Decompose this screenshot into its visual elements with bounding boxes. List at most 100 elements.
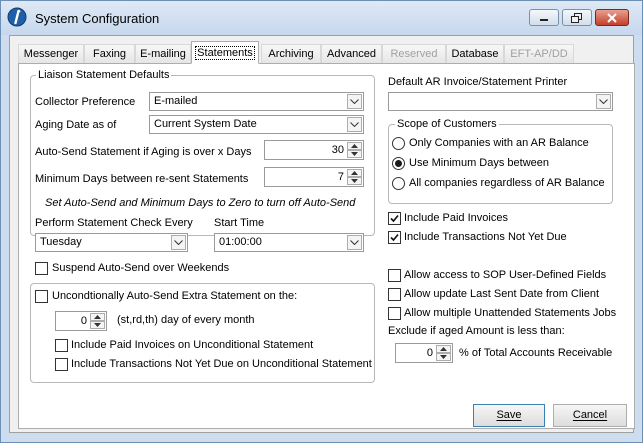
collector-preference-select[interactable]: E-mailed (149, 92, 364, 111)
start-time-value: 01:00:00 (219, 236, 262, 248)
min-days-stepper[interactable]: 7 (264, 167, 364, 187)
chevron-down-icon[interactable] (171, 235, 186, 250)
perform-check-select[interactable]: Tuesday (35, 233, 188, 252)
printer-label: Default AR Invoice/Statement Printer (388, 76, 568, 88)
radio-selected-dot (395, 160, 402, 167)
exclude-percent-stepper[interactable]: 0 (395, 343, 453, 363)
last-sent-label: Allow update Last Sent Date from Client (404, 288, 600, 300)
suspend-weekends-label: Suspend Auto-Send over Weekends (52, 262, 230, 274)
spin-down-icon[interactable] (347, 177, 362, 185)
spin-up-icon[interactable] (436, 345, 451, 353)
auto-send-note: Set Auto-Send and Minimum Days to Zero t… (45, 197, 356, 209)
printer-select[interactable] (388, 92, 613, 111)
tab-label: Advanced (327, 48, 376, 60)
tab-label: Statements (195, 46, 255, 60)
cancel-button[interactable]: Cancel (553, 404, 627, 427)
tab-label: Database (451, 48, 499, 60)
auto-send-days-label: Auto-Send Statement if Aging is over x D… (35, 146, 252, 158)
extra-day-suffix: (st,rd,th) day of every month (117, 314, 255, 326)
tab-advanced[interactable]: Advanced (321, 44, 382, 63)
tab-label: E-mailing (140, 48, 186, 60)
spin-down-icon[interactable] (436, 353, 451, 361)
close-button[interactable] (595, 9, 629, 26)
maximize-button[interactable] (562, 9, 592, 26)
scope-option-label: All companies regardless of AR Balance (409, 177, 605, 189)
tab-reserved: Reserved (382, 44, 446, 63)
start-time-select[interactable]: 01:00:00 (214, 233, 364, 252)
dialog-body: Messenger Faxing E-mailing Statements Ar… (9, 35, 635, 433)
aging-date-select[interactable]: Current System Date (149, 115, 364, 134)
tab-messenger[interactable]: Messenger (18, 44, 84, 63)
spin-up-icon[interactable] (347, 169, 362, 177)
paid-unconditional-label: Include Paid Invoices on Unconditional S… (71, 339, 314, 351)
include-paid-checkbox[interactable] (388, 212, 401, 225)
chevron-down-icon[interactable] (347, 117, 362, 132)
sop-fields-label: Allow access to SOP User-Defined Fields (404, 269, 607, 281)
include-paid-label: Include Paid Invoices (404, 212, 508, 224)
scope-option-label: Use Minimum Days between (409, 157, 549, 169)
exclude-label: Exclude if aged Amount is less than: (388, 325, 565, 337)
chevron-down-icon[interactable] (347, 235, 362, 250)
cancel-button-label: Cancel (572, 409, 608, 421)
tab-emailing[interactable]: E-mailing (135, 44, 191, 63)
tab-archiving[interactable]: Archiving (261, 44, 321, 63)
unconditional-send-checkbox[interactable] (35, 290, 48, 303)
app-logo-icon (7, 7, 27, 27)
paid-unconditional-checkbox[interactable] (55, 339, 68, 352)
perform-check-label: Perform Statement Check Every (35, 217, 193, 229)
restore-icon (571, 12, 582, 23)
exclude-suffix: % of Total Accounts Receivable (459, 347, 613, 359)
auto-send-days-value: 30 (331, 144, 344, 156)
tab-statements[interactable]: Statements (191, 41, 259, 64)
tab-label: Archiving (268, 48, 314, 60)
scope-radio-all-companies[interactable] (392, 177, 405, 190)
system-configuration-window: System Configuration Messenger Faxing E-… (0, 0, 643, 443)
title-bar[interactable]: System Configuration (1, 1, 642, 35)
last-sent-checkbox[interactable] (388, 288, 401, 301)
scope-option-label: Only Companies with an AR Balance (409, 137, 589, 149)
tab-label: Reserved (390, 48, 438, 60)
scope-radio-ar-balance[interactable] (392, 137, 405, 150)
checkmark-icon (390, 233, 399, 242)
window-title: System Configuration (35, 11, 160, 26)
spin-down-icon[interactable] (347, 150, 362, 158)
tab-eft-ap-dd: EFT-AP/DD (504, 44, 574, 63)
perform-check-value: Tuesday (40, 236, 82, 248)
extra-day-stepper[interactable]: 0 (55, 311, 107, 331)
scope-legend: Scope of Customers (395, 118, 499, 130)
sop-fields-checkbox[interactable] (388, 269, 401, 282)
spin-up-icon[interactable] (90, 313, 105, 321)
not-due-unconditional-label: Include Transactions Not Yet Due on Unco… (71, 358, 372, 370)
tab-label: Faxing (92, 48, 127, 60)
tab-faxing[interactable]: Faxing (84, 44, 135, 63)
auto-send-days-stepper[interactable]: 30 (264, 140, 364, 160)
collector-preference-value: E-mailed (154, 95, 198, 107)
aging-date-value: Current System Date (154, 118, 257, 130)
save-button-label: Save (496, 409, 522, 421)
min-days-label: Minimum Days between re-sent Statements (35, 173, 249, 185)
statements-tab-panel: Liaison Statement Defaults Collector Pre… (18, 63, 635, 429)
save-button[interactable]: Save (473, 404, 545, 427)
exclude-percent-value: 0 (426, 347, 433, 359)
scope-radio-min-days[interactable] (392, 157, 405, 170)
unconditional-send-label: Uncondtionally Auto-Send Extra Statement… (52, 290, 298, 302)
spin-up-icon[interactable] (347, 142, 362, 150)
minimize-button[interactable] (529, 9, 559, 26)
suspend-weekends-checkbox[interactable] (35, 262, 48, 275)
tab-label: EFT-AP/DD (510, 48, 568, 60)
checkmark-icon (390, 214, 399, 223)
include-not-due-checkbox[interactable] (388, 231, 401, 244)
aging-date-label: Aging Date as of (35, 119, 117, 131)
chevron-down-icon[interactable] (596, 94, 611, 109)
multiple-jobs-checkbox[interactable] (388, 307, 401, 320)
multiple-jobs-label: Allow multiple Unattended Statements Job… (404, 307, 617, 319)
start-time-label: Start Time (214, 217, 265, 229)
not-due-unconditional-checkbox[interactable] (55, 358, 68, 371)
min-days-value: 7 (337, 171, 344, 183)
chevron-down-icon[interactable] (347, 94, 362, 109)
spin-down-icon[interactable] (90, 321, 105, 329)
include-not-due-label: Include Transactions Not Yet Due (404, 231, 567, 243)
tab-label: Messenger (23, 48, 79, 60)
tab-database[interactable]: Database (446, 44, 504, 63)
collector-preference-label: Collector Preference (35, 96, 136, 108)
